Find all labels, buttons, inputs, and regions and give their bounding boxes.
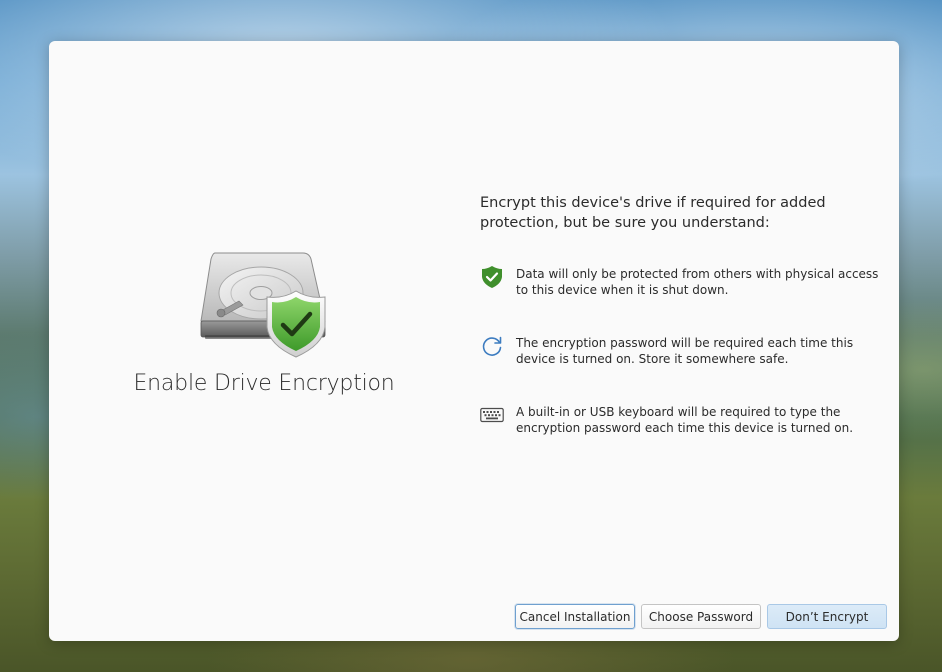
dialog-title: Enable Drive Encryption bbox=[133, 371, 395, 396]
intro-text: Encrypt this device's drive if required … bbox=[480, 195, 826, 231]
dialog-left-panel: Enable Drive Encryption bbox=[49, 41, 479, 641]
info-item-text: Data will only be protected from others … bbox=[516, 267, 879, 297]
info-item: Data will only be protected from others … bbox=[480, 265, 890, 298]
shield-check-icon bbox=[480, 265, 504, 289]
choose-password-button[interactable]: Choose Password bbox=[641, 604, 761, 629]
dont-encrypt-button[interactable]: Don’t Encrypt bbox=[767, 604, 887, 629]
info-item-text: The encryption password will be required… bbox=[516, 336, 854, 366]
info-item-text: A built-in or USB keyboard will be requi… bbox=[516, 405, 854, 435]
hard-drive-shield-icon bbox=[200, 252, 326, 358]
encryption-dialog: Enable Drive Encryption Encrypt this dev… bbox=[49, 41, 899, 641]
keyboard-icon bbox=[480, 403, 504, 427]
info-item: A built-in or USB keyboard will be requi… bbox=[480, 405, 890, 436]
cancel-installation-button[interactable]: Cancel Installation bbox=[515, 604, 635, 629]
info-item: The encryption password will be required… bbox=[480, 336, 890, 367]
refresh-icon bbox=[480, 334, 504, 358]
dialog-right-panel: Encrypt this device's drive if required … bbox=[480, 41, 890, 641]
